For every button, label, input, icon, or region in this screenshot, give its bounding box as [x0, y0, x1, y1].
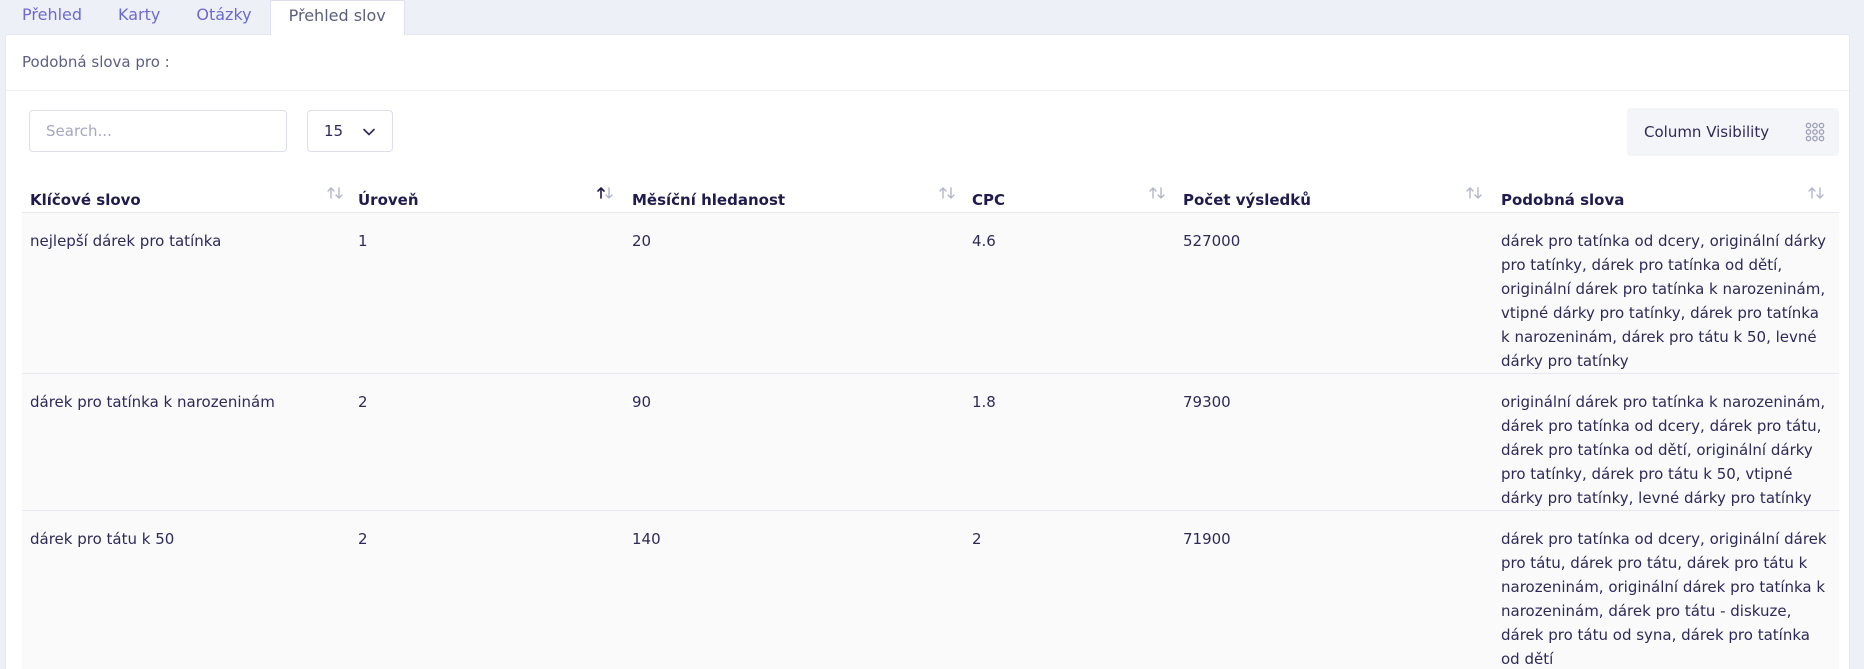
search-input[interactable] — [29, 110, 287, 152]
cell-level: 1 — [358, 232, 368, 250]
table-toolbar: 15 Column Visibility — [29, 108, 1839, 158]
column-header-label: Podobná slova — [1501, 191, 1625, 209]
cell-results-count: 71900 — [1183, 530, 1231, 548]
column-header-monthly-search[interactable]: Měsíční hledanost — [624, 175, 944, 213]
table-header: Klíčové slovo Úroveň Měsíční hledanost C… — [22, 175, 1839, 213]
cell-similar-words: dárek pro tatínka od dcery, originální d… — [1501, 530, 1827, 668]
cell-monthly-search: 140 — [632, 530, 661, 548]
sort-icon[interactable] — [1807, 186, 1825, 200]
cell-results-count: 527000 — [1183, 232, 1241, 250]
column-visibility-label: Column Visibility — [1644, 123, 1770, 141]
grid-icon — [1805, 122, 1825, 142]
cell-cpc: 4.6 — [972, 232, 996, 250]
cell-level: 2 — [358, 393, 368, 411]
cell-cpc: 2 — [972, 530, 982, 548]
tab-otazky[interactable]: Otázky — [178, 0, 269, 34]
sort-icon[interactable] — [1148, 186, 1166, 200]
tab-prehled[interactable]: Přehled — [4, 0, 100, 34]
sort-icon[interactable] — [938, 186, 956, 200]
cell-keyword: nejlepší dárek pro tatínka — [30, 232, 222, 250]
page-size-value: 15 — [324, 122, 344, 140]
tab-bar: Přehled Karty Otázky Přehled slov — [4, 0, 405, 35]
column-header-label: Klíčové slovo — [30, 191, 141, 209]
cell-similar-words: originální dárek pro tatínka k narozenin… — [1501, 393, 1826, 507]
table-row[interactable]: nejlepší dárek pro tatínka 1 20 4.6 5270… — [22, 213, 1839, 374]
column-header-label: Měsíční hledanost — [632, 191, 786, 209]
column-header-label: Počet výsledků — [1183, 191, 1311, 209]
table-row[interactable]: dárek pro tátu k 50 2 140 2 71900 dárek … — [22, 511, 1839, 669]
card-title: Podobná slova pro : — [6, 35, 1849, 91]
column-visibility-button[interactable]: Column Visibility — [1627, 108, 1839, 156]
column-header-similar-words[interactable]: Podobná slova — [1493, 175, 1793, 213]
column-header-keyword[interactable]: Klíčové slovo — [22, 175, 298, 213]
column-header-label: CPC — [972, 191, 1006, 209]
sort-icon[interactable] — [1465, 186, 1483, 200]
cell-monthly-search: 90 — [632, 393, 652, 411]
column-header-results-count[interactable]: Počet výsledků — [1175, 175, 1455, 213]
cell-results-count: 79300 — [1183, 393, 1231, 411]
tab-prehled-slov[interactable]: Přehled slov — [269, 0, 405, 35]
page-size-select[interactable]: 15 — [307, 110, 393, 152]
sort-ascending-icon[interactable] — [596, 186, 614, 200]
cell-cpc: 1.8 — [972, 393, 996, 411]
column-header-cpc[interactable]: CPC — [964, 175, 1144, 213]
column-header-label: Úroveň — [358, 191, 419, 209]
cell-monthly-search: 20 — [632, 232, 652, 250]
content-card: Podobná slova pro : 15 Column Visibility… — [5, 34, 1850, 669]
sort-icon[interactable] — [326, 186, 344, 200]
table-row[interactable]: dárek pro tatínka k narozeninám 2 90 1.8… — [22, 374, 1839, 511]
tab-karty[interactable]: Karty — [100, 0, 178, 34]
chevron-down-icon — [363, 128, 375, 136]
keywords-table: Klíčové slovo Úroveň Měsíční hledanost C… — [22, 175, 1839, 669]
cell-keyword: dárek pro tatínka k narozeninám — [30, 393, 275, 411]
cell-keyword: dárek pro tátu k 50 — [30, 530, 175, 548]
cell-similar-words: dárek pro tatínka od dcery, originální d… — [1501, 232, 1827, 370]
column-header-level[interactable]: Úroveň — [350, 175, 610, 213]
cell-level: 2 — [358, 530, 368, 548]
